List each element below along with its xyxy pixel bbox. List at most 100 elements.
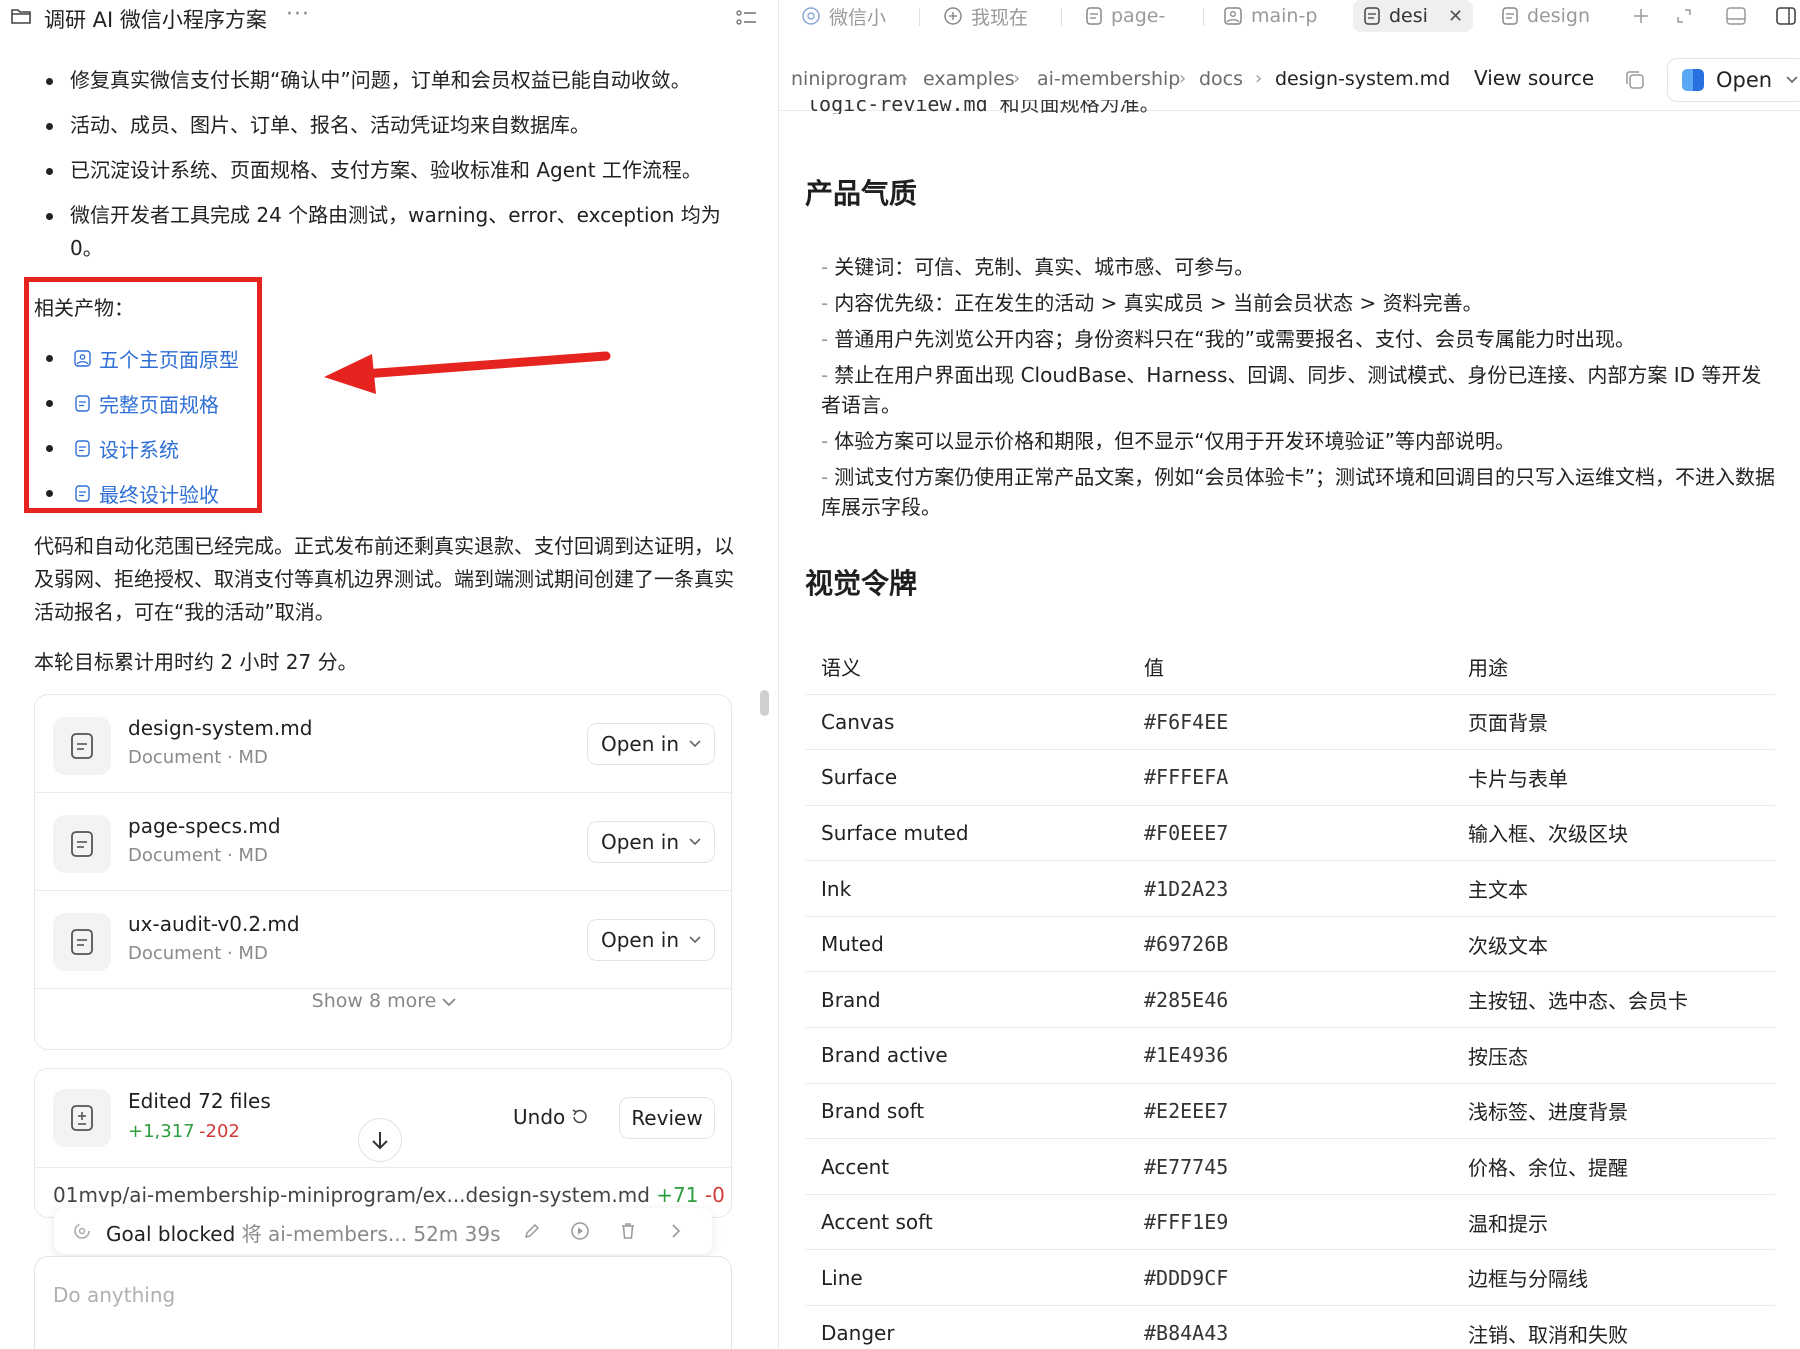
breadcrumb-item[interactable]: ai-membership (1037, 68, 1180, 90)
trash-icon[interactable] (618, 1221, 638, 1241)
token-name: Line (805, 1249, 1128, 1307)
open-in-button[interactable]: Open in (587, 723, 715, 765)
token-value: #69726B (1128, 916, 1452, 973)
new-tab-icon[interactable] (1631, 6, 1651, 26)
tab-label: page- (1111, 5, 1166, 27)
token-value: #FFFEFA (1128, 749, 1452, 806)
breadcrumb: niniprogram › examples › ai-membership ›… (779, 58, 1800, 104)
arrow-down-icon (372, 1132, 388, 1150)
token-name: Accent (805, 1138, 1128, 1195)
play-icon[interactable] (570, 1221, 590, 1241)
section-heading: 视觉令牌 (805, 567, 918, 600)
token-usage: 价格、余位、提醒 (1452, 1138, 1775, 1195)
file-row[interactable]: design-system.md Document · MD Open in (35, 695, 733, 793)
open-in-label: Open in (600, 830, 679, 854)
related-link-page-specs[interactable]: 完整页面规格 (46, 381, 239, 426)
related-link-prototype[interactable]: 五个主页面原型 (46, 336, 239, 381)
summary-bullets: 修复真实微信支付长期“确认中”问题，订单和会员权益已能自动收敛。 活动、成员、图… (46, 64, 738, 277)
chevron-right-icon[interactable] (666, 1221, 686, 1241)
chat-header: 调研 AI 微信小程序方案 ··· (0, 0, 778, 38)
token-name: Surface (805, 749, 1128, 806)
breadcrumb-item[interactable]: examples (923, 68, 1015, 90)
tab-design-2[interactable]: design (1501, 0, 1590, 32)
scroll-down-button[interactable] (358, 1118, 402, 1162)
file-name: design-system.md (128, 716, 313, 740)
chat-title: 调研 AI 微信小程序方案 (44, 8, 267, 32)
view-source-button[interactable]: View source (1474, 66, 1594, 90)
goal-spinner-icon (74, 1223, 90, 1239)
copy-icon[interactable] (1624, 69, 1646, 91)
review-button[interactable]: Review (619, 1097, 715, 1139)
breadcrumb-item[interactable]: niniprogram (791, 68, 907, 90)
task-list-icon[interactable] (736, 8, 758, 28)
chevron-right-icon: › (901, 68, 909, 89)
lines-added: +71 (656, 1183, 699, 1207)
document-icon (1364, 7, 1380, 25)
tab-label: design (1527, 5, 1591, 27)
list-item: - 禁止在用户界面出现 CloudBase、Harness、回调、同步、测试模式、… (821, 363, 1762, 417)
show-more-button[interactable]: Show 8 more (35, 990, 733, 1012)
file-type: Document · MD (128, 747, 268, 768)
panel-bottom-icon[interactable] (1725, 6, 1747, 26)
tab-now[interactable]: 我现在 (943, 0, 1028, 32)
tab-bar: 微信小 我现在 page- main-p desi ✕ design (779, 0, 1800, 34)
open-in-button[interactable]: Open in (587, 821, 715, 863)
tab-design-system[interactable]: desi ✕ (1353, 0, 1474, 32)
breadcrumb-current: design-system.md (1275, 68, 1451, 90)
token-name: Ink (805, 860, 1128, 917)
related-link-final-audit[interactable]: 最终设计验收 (46, 471, 239, 516)
folder-icon[interactable] (11, 8, 31, 24)
diff-icon (53, 1089, 111, 1147)
file-type: Document · MD (128, 943, 268, 964)
column-header: 值 (1128, 640, 1452, 695)
tab-page-specs[interactable]: page- (1085, 0, 1165, 32)
chevron-right-icon: › (1255, 68, 1263, 89)
section-heading: 产品气质 (805, 177, 918, 210)
undo-button[interactable]: Undo (513, 1105, 588, 1129)
status-paragraph: 代码和自动化范围已经完成。正式发布前还剩真实退款、支付回调到达证明，以及弱网、拒… (34, 534, 734, 624)
table-row: Accent soft #FFF1E9 温和提示 (805, 1194, 1775, 1251)
list-item: - 体验方案可以显示价格和期限，但不显示“仅用于开发环境验证”等内部说明。 (821, 429, 1515, 453)
table-row: Danger #B84A43 注销、取消和失败 (805, 1305, 1775, 1349)
link-label[interactable]: 五个主页面原型 (99, 344, 239, 373)
table-row: Ink #1D2A23 主文本 (805, 860, 1775, 917)
goal-status-bar[interactable]: Goal blocked 将 ai-members... 52m 39s (54, 1208, 712, 1254)
link-label[interactable]: 最终设计验收 (99, 479, 219, 508)
column-header: 语义 (805, 640, 1128, 695)
file-row[interactable]: ux-audit-v0.2.md Document · MD Open in (35, 891, 733, 989)
tab-wechat[interactable]: 微信小 (801, 0, 886, 32)
close-icon[interactable]: ✕ (1448, 6, 1463, 27)
link-label[interactable]: 完整页面规格 (99, 389, 219, 418)
panel-right-icon[interactable] (1775, 6, 1797, 26)
tab-main-prototype[interactable]: main-p (1223, 0, 1317, 32)
token-value: #F0EEE7 (1128, 805, 1452, 862)
file-row[interactable]: page-specs.md Document · MD Open in (35, 793, 733, 891)
edit-icon[interactable] (522, 1221, 542, 1241)
tab-separator (1061, 8, 1062, 26)
expand-icon[interactable] (1675, 7, 1693, 25)
open-in-button[interactable]: Open in (587, 919, 715, 961)
column-header: 用途 (1452, 640, 1775, 695)
prompt-input[interactable] (53, 1283, 693, 1307)
table-row: Brand #285E46 主按钮、选中态、会员卡 (805, 971, 1775, 1029)
undo-label: Undo (513, 1105, 566, 1129)
open-in-label: Open in (600, 732, 679, 756)
tab-label: 微信小 (829, 6, 887, 29)
lines-added: +1,317 (128, 1121, 195, 1142)
chevron-down-icon (689, 838, 701, 846)
doc-text-line: logic-review.md 和页面规格为准。 (807, 100, 1160, 114)
more-options-icon[interactable]: ··· (286, 2, 310, 27)
file-name: design-system.md (465, 1183, 650, 1207)
table-row: Muted #69726B 次级文本 (805, 916, 1775, 973)
open-button[interactable]: Open (1667, 58, 1800, 102)
globe-icon (802, 7, 820, 25)
related-link-design-system[interactable]: 设计系统 (46, 426, 239, 471)
scrollbar-thumb[interactable] (760, 690, 769, 716)
token-usage: 温和提示 (1452, 1194, 1775, 1251)
link-label[interactable]: 设计系统 (99, 434, 179, 463)
edited-file-row[interactable]: 01mvp/ai-membership-miniprogram/ex...des… (53, 1183, 725, 1207)
table-header-row: 语义 值 用途 (805, 640, 1775, 695)
tab-label: desi (1389, 5, 1428, 27)
list-item: 微信开发者工具完成 24 个路由测试，warning、error、excepti… (46, 199, 738, 265)
breadcrumb-item[interactable]: docs (1199, 68, 1243, 90)
